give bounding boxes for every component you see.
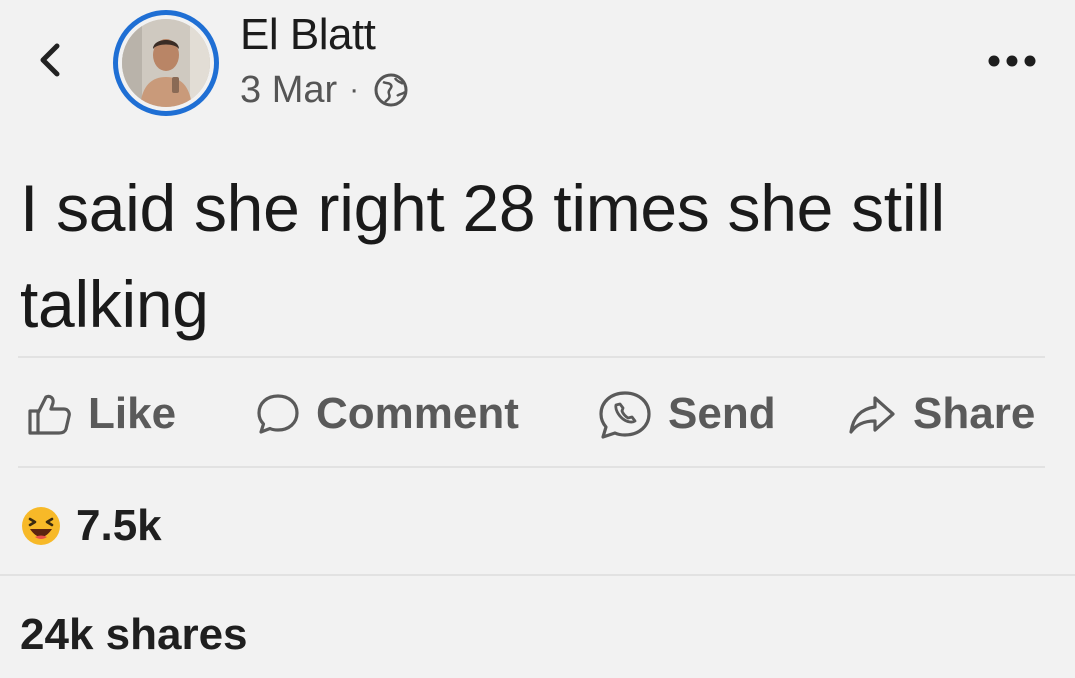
reactions-summary[interactable]: 7.5k [20, 496, 162, 556]
send-label: Send [668, 389, 776, 438]
divider [18, 356, 1045, 358]
divider [18, 466, 1045, 468]
comment-button[interactable]: Comment [254, 372, 519, 456]
thumbs-up-icon [28, 394, 71, 435]
more-horizontal-icon [988, 55, 1036, 67]
avatar-photo [122, 19, 210, 107]
comment-icon [257, 394, 299, 434]
send-button[interactable]: Send [596, 372, 776, 456]
more-options-button[interactable] [984, 44, 1040, 78]
messenger-icon [599, 391, 651, 439]
post-screen: El Blatt 3 Mar · I said she right 28 tim… [0, 0, 1075, 678]
avatar[interactable] [113, 10, 219, 116]
comment-label: Comment [316, 389, 519, 438]
divider [0, 574, 1075, 576]
shares-count[interactable]: 24k shares [20, 610, 248, 660]
back-button[interactable] [28, 38, 72, 82]
reaction-count: 7.5k [76, 501, 162, 550]
share-arrow-icon [849, 396, 895, 434]
like-button[interactable]: Like [24, 372, 176, 456]
action-bar: Like Comment Send Share [0, 372, 1075, 456]
author-name[interactable]: El Blatt [240, 10, 376, 60]
post-text: I said she right 28 times she still talk… [20, 171, 945, 341]
like-label: Like [88, 389, 177, 438]
share-button[interactable]: Share [845, 372, 1035, 456]
chevron-left-icon [40, 43, 60, 77]
post-date[interactable]: 3 Mar [240, 69, 337, 112]
meta-separator: · [349, 73, 360, 106]
share-label: Share [913, 389, 1036, 438]
post-meta: 3 Mar · [240, 68, 411, 112]
haha-emoji-icon [22, 507, 60, 545]
globe-icon [371, 70, 411, 110]
